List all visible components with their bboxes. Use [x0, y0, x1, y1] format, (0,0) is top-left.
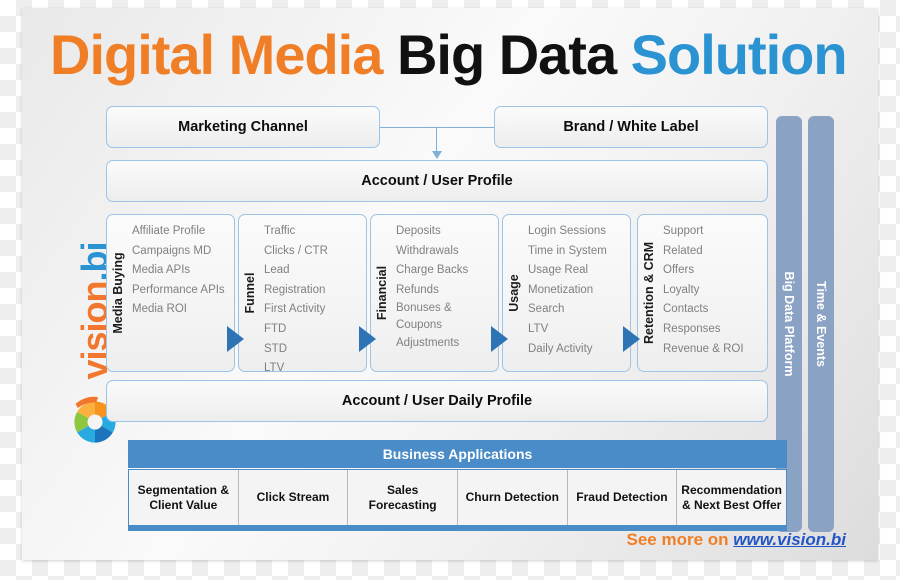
footer: See more on www.vision.bi	[627, 530, 846, 550]
business-application-cell[interactable]: Segmentation & Client Value	[129, 470, 239, 525]
footer-website-link[interactable]: www.vision.bi	[733, 530, 846, 549]
column-items-financial: Deposits Withdrawals Charge Backs Refund…	[396, 222, 495, 354]
flow-arrow-icon-1	[227, 326, 244, 352]
list-item: Usage Real	[528, 264, 589, 277]
list-item: STD	[264, 342, 287, 355]
list-item: Clicks / CTR	[264, 244, 328, 257]
connector-vertical	[436, 127, 437, 154]
brand-white-label-box[interactable]: Brand / White Label	[494, 106, 768, 148]
page-title: Digital Media Big Data Solution	[50, 23, 862, 86]
column-items-retention-crm: Support Related Offers Loyalty Contacts …	[663, 222, 764, 359]
list-item: Registration	[264, 283, 326, 296]
slide-card: Digital Media Big Data Solution vision.b…	[22, 8, 878, 560]
business-applications-grid: Segmentation & Client Value Click Stream…	[128, 469, 787, 531]
column-title-retention-crm: Retention & CRM	[642, 241, 656, 345]
list-item: First Activity	[264, 303, 326, 316]
list-item: Refunds	[396, 283, 439, 296]
list-item: Bonuses & Coupons	[396, 302, 452, 332]
list-item: Withdrawals	[396, 244, 459, 257]
vertical-bar-label-big-data-platform: Big Data Platform	[782, 271, 796, 377]
marketing-channel-label: Marketing Channel	[178, 119, 308, 135]
footer-see-more-text: See more on	[626, 530, 734, 549]
column-funnel[interactable]: Funnel Traffic Clicks / CTR Lead Registr…	[238, 214, 367, 374]
column-retention-crm[interactable]: Retention & CRM Support Related Offers L…	[637, 214, 768, 372]
column-title-media-buying: Media Buying	[111, 252, 125, 334]
list-item: Revenue & ROI	[663, 342, 744, 355]
list-item: Traffic	[264, 225, 296, 237]
business-application-cell[interactable]: Sales Forecasting	[348, 470, 458, 525]
business-application-cell[interactable]: Click Stream	[238, 470, 349, 525]
column-items-funnel: Traffic Clicks / CTR Lead Registration F…	[264, 222, 363, 379]
business-application-cell[interactable]: Recommendation & Next Best Offer	[677, 470, 786, 525]
list-item: Support	[663, 225, 704, 237]
connector-horizontal	[380, 127, 494, 128]
list-item: Media APIs	[132, 264, 191, 277]
vertical-bar-time-events[interactable]: Time & Events	[808, 116, 834, 532]
list-item: Deposits	[396, 225, 441, 237]
column-media-buying[interactable]: Media Buying Affiliate Profile Campaigns…	[106, 214, 235, 372]
account-user-daily-profile-label: Account / User Daily Profile	[341, 393, 533, 409]
list-item: Lead	[264, 264, 290, 277]
column-usage[interactable]: Usage Login Sessions Time in System Usag…	[502, 214, 631, 372]
page-title-part-2: Big Data	[396, 23, 631, 86]
list-item: Affiliate Profile	[132, 225, 206, 237]
account-user-daily-profile-box[interactable]: Account / User Daily Profile	[106, 380, 768, 422]
list-item: FTD	[264, 322, 287, 335]
page-title-part-1: Digital Media	[50, 23, 397, 86]
list-item: LTV	[264, 362, 285, 375]
list-item: Media ROI	[132, 303, 187, 316]
marketing-channel-box[interactable]: Marketing Channel	[106, 106, 380, 148]
account-user-profile-box[interactable]: Account / User Profile	[106, 160, 768, 202]
list-item: Daily Activity	[528, 342, 593, 355]
list-item: Search	[528, 303, 565, 316]
column-financial[interactable]: Financial Deposits Withdrawals Charge Ba…	[370, 214, 499, 372]
business-application-cell[interactable]: Fraud Detection	[567, 470, 678, 525]
list-item: Contacts	[663, 303, 709, 316]
business-applications-title: Business Applications	[382, 446, 533, 462]
connector-arrowhead-icon	[432, 151, 442, 159]
business-applications-header: Business Applications	[128, 440, 787, 468]
list-item: Adjustments	[396, 337, 460, 350]
list-item: Time in System	[528, 244, 607, 257]
account-user-profile-label: Account / User Profile	[361, 173, 513, 189]
vertical-bar-label-time-events: Time & Events	[814, 281, 828, 367]
list-item: Performance APIs	[132, 283, 225, 296]
list-item: Monetization	[528, 283, 594, 296]
column-items-usage: Login Sessions Time in System Usage Real…	[528, 222, 627, 359]
flow-arrow-icon-2	[359, 326, 376, 352]
list-item: Loyalty	[663, 283, 700, 296]
brand-white-label-label: Brand / White Label	[563, 119, 699, 135]
column-items-media-buying: Affiliate Profile Campaigns MD Media API…	[132, 222, 231, 320]
flow-arrow-icon-3	[491, 326, 508, 352]
list-item: Charge Backs	[396, 264, 469, 277]
page-title-part-3: Solution	[630, 23, 848, 86]
list-item: Related	[663, 244, 703, 257]
business-application-cell[interactable]: Churn Detection	[457, 470, 568, 525]
list-item: Offers	[663, 264, 695, 277]
list-item: Responses	[663, 322, 721, 335]
list-item: LTV	[528, 322, 549, 335]
diagram-canvas: Digital Media Big Data Solution vision.b…	[0, 0, 900, 580]
flow-arrow-icon-4	[623, 326, 640, 352]
list-item: Campaigns MD	[132, 244, 212, 257]
list-item: Login Sessions	[528, 225, 606, 237]
